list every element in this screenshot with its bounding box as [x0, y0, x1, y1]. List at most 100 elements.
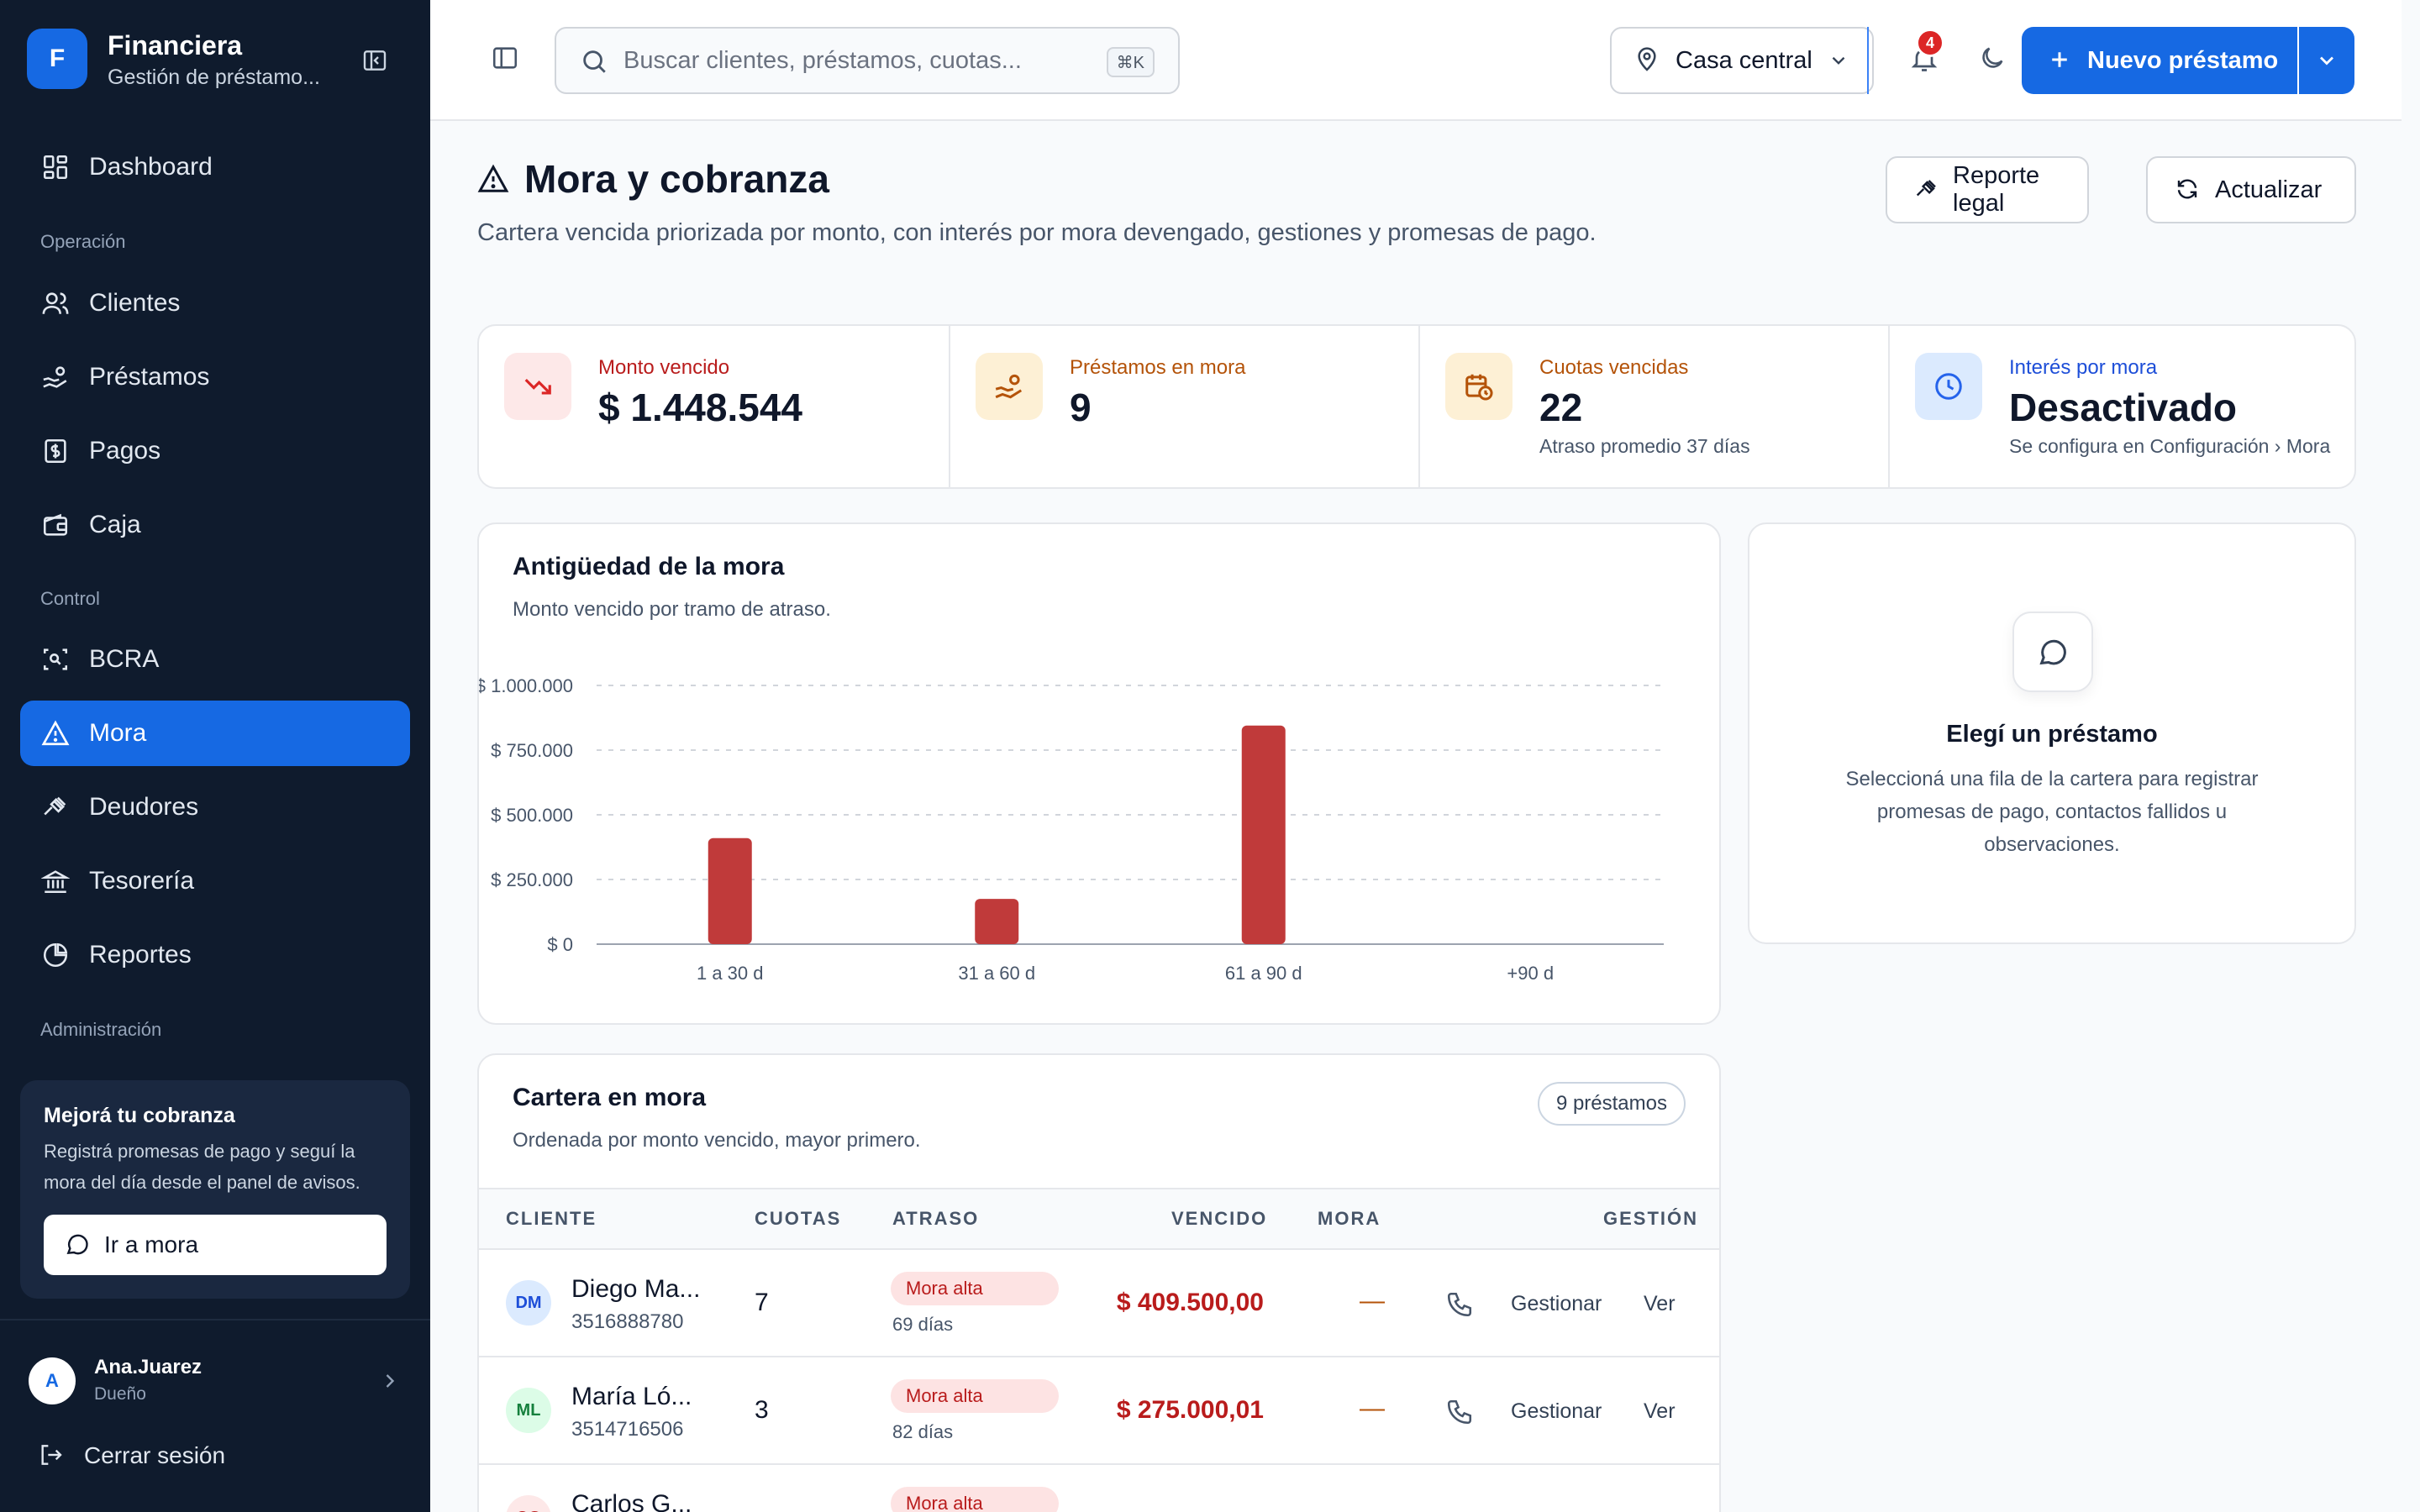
stat-note: Atraso promedio 37 días: [1539, 435, 1750, 457]
new-loan-button[interactable]: Nuevo préstamo: [2022, 27, 2297, 94]
client-initials: CG: [506, 1495, 551, 1512]
collapse-sidebar-icon[interactable]: [358, 44, 392, 77]
notifications-badge: 4: [1916, 29, 1944, 57]
sidebar-item-reportes[interactable]: Reportes: [20, 922, 410, 988]
branch-select[interactable]: Casa central: [1610, 27, 1874, 94]
sidebar-item-deudores[interactable]: Deudores: [20, 774, 410, 840]
view-button[interactable]: Ver: [1644, 1292, 1676, 1316]
mora-interest: —: [1360, 1287, 1385, 1315]
table-title: Cartera en mora: [513, 1084, 707, 1111]
manage-button[interactable]: Gestionar: [1511, 1292, 1602, 1316]
sidebar-item-label: Tesorería: [89, 867, 195, 895]
refresh-button[interactable]: Actualizar: [2146, 156, 2356, 223]
search-input[interactable]: [623, 40, 1094, 81]
page-title: Mora y cobranza: [477, 156, 829, 202]
loan-count-badge: 9 préstamos: [1537, 1082, 1686, 1126]
mora-interest: —: [1360, 1394, 1385, 1422]
days-overdue: 82 días: [892, 1421, 954, 1442]
split-button-divider: [1867, 27, 1869, 94]
sidebar-item-clientes[interactable]: Clientes: [20, 270, 410, 336]
go-to-mora-label: Ir a mora: [104, 1231, 199, 1257]
col-cuotas[interactable]: CUOTAS: [755, 1208, 841, 1230]
new-loan-label: Nuevo préstamo: [2087, 46, 2279, 74]
cuotas-count: 3: [755, 1396, 769, 1424]
portfolio-table-card: Cartera en mora Ordenada por monto venci…: [477, 1053, 1721, 1512]
users-icon: [39, 286, 72, 320]
col-atraso[interactable]: ATRASO: [892, 1208, 979, 1230]
x-tick-label: 61 a 90 d: [1225, 963, 1302, 984]
promo-card: Mejorá tu cobranza Registrá promesas de …: [20, 1080, 410, 1299]
stat-value: $ 1.448.544: [598, 386, 803, 429]
stat-label: Cuotas vencidas: [1539, 356, 1689, 379]
go-to-mora-button[interactable]: Ir a mora: [44, 1215, 387, 1275]
table-header: CLIENTE CUOTAS ATRASO VENCIDO MORA GESTI…: [479, 1188, 1719, 1250]
sidebar-item-label: Pagos: [89, 437, 161, 465]
hand-coins-icon: [39, 360, 72, 394]
phone-icon[interactable]: [1445, 1290, 1474, 1319]
calendar-clock-icon: [1445, 353, 1512, 420]
search-box[interactable]: ⌘K: [555, 27, 1180, 94]
overdue-amount: $ 409.500,00: [1116, 1289, 1264, 1316]
toggle-panel-icon[interactable]: [491, 44, 523, 76]
bank-icon: [39, 864, 72, 898]
loan-detail-empty-card: Elegí un préstamo Seleccioná una fila de…: [1748, 522, 2356, 944]
sidebar-item-dashboard[interactable]: Dashboard: [20, 134, 410, 200]
promo-text: Registrá promesas de pago y seguí la mor…: [44, 1141, 360, 1193]
table-row[interactable]: ML María Ló... 3514716506 3 Mora alta 82…: [479, 1357, 1719, 1465]
search-icon: [580, 47, 610, 77]
clock-icon: [1915, 353, 1982, 420]
sidebar-item-mora[interactable]: Mora: [20, 701, 410, 766]
stat-value: 9: [1070, 386, 1092, 429]
view-button[interactable]: Ver: [1644, 1399, 1676, 1424]
brand: F Financiera Gestión de préstamo...: [27, 29, 403, 92]
sidebar-item-prestamos[interactable]: Préstamos: [20, 344, 410, 410]
chat-bubble-icon: [64, 1231, 92, 1259]
col-mora[interactable]: MORA: [1318, 1208, 1381, 1230]
logout-button[interactable]: Cerrar sesión: [37, 1441, 225, 1470]
sidebar-item-pagos[interactable]: Pagos: [20, 418, 410, 484]
cuotas-count: 7: [755, 1289, 769, 1316]
sidebar-item-bcra[interactable]: BCRA: [20, 627, 410, 692]
table-row[interactable]: DM Diego Ma... 3516888780 7 Mora alta 69…: [479, 1250, 1719, 1357]
user-menu[interactable]: A Ana.Juarez Dueño: [29, 1354, 407, 1408]
client-phone: 3516888780: [571, 1310, 684, 1333]
nav-section-administracion: Administración: [40, 1019, 162, 1040]
warning-icon: [477, 163, 509, 195]
sidebar-item-label: Dashboard: [89, 153, 213, 181]
sidebar-item-label: Caja: [89, 511, 141, 538]
y-tick-label: $ 0: [547, 934, 573, 955]
new-loan-dropdown-button[interactable]: [2299, 27, 2354, 94]
manage-button[interactable]: Gestionar: [1511, 1399, 1602, 1424]
user-name: Ana.Juarez: [94, 1356, 203, 1378]
stat-value: 22: [1539, 386, 1583, 429]
x-tick-label: 1 a 30 d: [697, 963, 764, 984]
client-name: Diego Ma...: [571, 1275, 701, 1303]
aging-chart-card: Antigüedad de la mora Monto vencido por …: [477, 522, 1721, 1025]
map-pin-icon: [1634, 46, 1662, 75]
sidebar-item-caja[interactable]: Caja: [20, 492, 410, 558]
phone-icon[interactable]: [1445, 1398, 1474, 1426]
col-gestion: GESTIÓN: [1603, 1208, 1699, 1229]
aging-bar-chart: $ 0 $ 250.000 $ 500.000 $ 750.000 $ 1.000.00…: [479, 675, 1664, 984]
chevron-down-icon: [1828, 50, 1849, 71]
col-cliente[interactable]: CLIENTE: [506, 1208, 597, 1230]
col-vencido[interactable]: VENCIDO: [1171, 1208, 1267, 1230]
y-tick-label: $ 750.000: [491, 740, 573, 761]
moon-icon[interactable]: [1978, 44, 2010, 76]
page-subtitle: Cartera vencida priorizada por monto, co…: [477, 219, 1597, 246]
days-overdue: 69 días: [892, 1314, 954, 1335]
bar: [708, 837, 752, 944]
nav-section-operacion: Operación: [40, 231, 126, 252]
table-row[interactable]: CG Carlos G... Mora alta: [479, 1465, 1719, 1512]
dashboard-icon: [39, 150, 72, 184]
sidebar-item-label: Mora: [89, 719, 147, 747]
sidebar-item-tesoreria[interactable]: Tesorería: [20, 848, 410, 914]
risk-badge: Mora alta: [891, 1379, 1059, 1413]
user-role: Dueño: [94, 1384, 146, 1404]
wallet-icon: [39, 508, 72, 542]
promo-title: Mejorá tu cobranza: [44, 1104, 235, 1127]
sidebar-item-label: BCRA: [89, 645, 160, 673]
legal-report-button[interactable]: Reporte legal: [1886, 156, 2089, 223]
client-initials: ML: [506, 1388, 551, 1433]
sidebar-item-label: Clientes: [89, 289, 181, 317]
